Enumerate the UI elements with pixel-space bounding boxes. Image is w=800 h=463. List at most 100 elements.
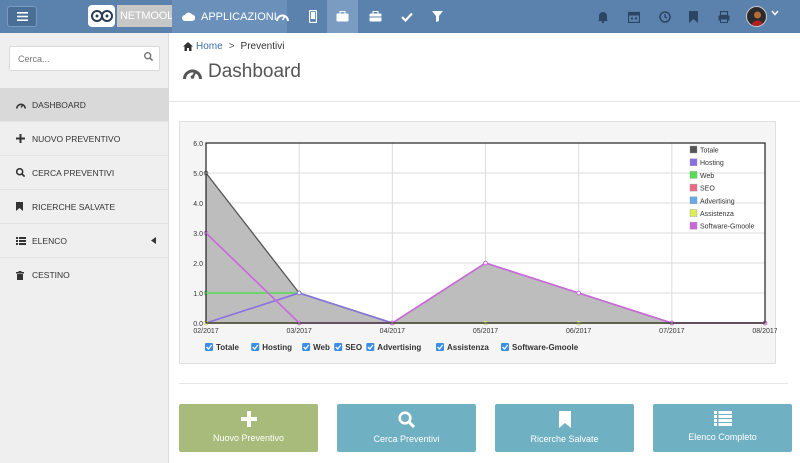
nav-toolbox[interactable] [360, 0, 391, 33]
nav-calendar[interactable] [618, 0, 649, 33]
owl-logo-icon [88, 5, 115, 27]
button-label: Cerca Preventivi [373, 434, 440, 444]
trash-icon [16, 270, 30, 280]
legend-label: Assistenza [700, 211, 734, 218]
sidebar-item-dashboard[interactable]: DASHBOARD [0, 88, 169, 122]
page-title-text: Dashboard [208, 61, 301, 82]
clock-icon [658, 10, 671, 23]
legend-swatch [689, 221, 698, 230]
filter-icon [432, 11, 443, 22]
plus-icon [240, 411, 257, 427]
legend-swatch [689, 183, 698, 192]
nav-filter[interactable] [422, 0, 453, 33]
series-toggle-label: Software-Gmoole [512, 343, 579, 352]
brand-logo[interactable]: NETMOOLE [88, 3, 184, 29]
nav-tasks[interactable] [391, 0, 422, 33]
data-point [576, 290, 581, 296]
list-icon [16, 236, 30, 245]
series-toggle-checkbox[interactable]: Assistenza [436, 343, 489, 352]
nav-notifications[interactable] [587, 0, 618, 33]
x-tick-label: 07/2017 [659, 328, 684, 335]
sidebar-item-label: NUOVO PREVENTIVO [32, 133, 121, 144]
page-title: Dashboard [183, 61, 301, 83]
series-toggle-label: Hosting [262, 343, 292, 352]
legend-label: SEO [700, 186, 715, 193]
applications-menu-label: APPLICAZIONI [201, 10, 277, 23]
elenco-completo-button[interactable]: Elenco Completo [653, 404, 792, 452]
series-toggle-label: Assistenza [447, 343, 489, 352]
caret-left-icon [151, 237, 156, 244]
home-icon[interactable] [183, 42, 193, 51]
y-tick-label: 1.0 [193, 291, 203, 298]
series-toggle-checkbox[interactable]: SEO [334, 343, 362, 352]
series-toggle-label: SEO [345, 343, 362, 352]
nuovo-preventivo-button[interactable]: Nuovo Preventivo [179, 404, 318, 452]
preventivi-chart: 0.0 1.0 2.0 3.0 4.0 5.0 6.0 02/2017 03/2017 04/20… [193, 141, 777, 352]
series-toggle-checkbox[interactable]: Advertising [366, 343, 421, 352]
plus-icon [16, 134, 30, 143]
button-label: Nuovo Preventivo [212, 433, 285, 443]
top-navbar: NETMOOLE APPLICAZIONI [0, 0, 800, 33]
legend-swatch [689, 145, 698, 154]
nav-print[interactable] [708, 0, 739, 33]
checkbox-checked-icon [302, 343, 311, 351]
button-label: Ricerche Salvate [530, 434, 599, 444]
menu-toggle-button[interactable] [7, 6, 37, 27]
checkbox-checked-icon [251, 343, 260, 351]
sidebar-item-cerca-preventivi[interactable]: CERCA PREVENTIVI [0, 156, 169, 190]
nav-preventivi[interactable] [327, 0, 358, 33]
breadcrumb-home-link[interactable]: Home [196, 41, 223, 52]
button-label: Elenco Completo [688, 432, 757, 442]
legend-label: Software-Gmoole [700, 224, 755, 231]
hamburger-icon [16, 12, 28, 21]
chevron-down-icon[interactable] [771, 10, 779, 16]
breadcrumb-current: Preventivi [240, 41, 285, 52]
series-toggle-label: Advertising [377, 343, 421, 352]
gauge-icon [276, 14, 289, 21]
cerca-preventivi-button[interactable]: Cerca Preventivi [337, 404, 476, 452]
legend-label: Totale [700, 148, 719, 155]
nav-bookmarks[interactable] [678, 0, 709, 33]
avatar[interactable] [746, 6, 767, 27]
search-icon[interactable] [144, 52, 153, 61]
legend-label: Web [700, 173, 714, 180]
checkbox-checked-icon [205, 343, 213, 351]
legend-swatch [689, 158, 698, 166]
nav-mobile[interactable] [297, 0, 328, 33]
nav-dashboard[interactable] [267, 0, 298, 33]
series-toggle-checkbox[interactable]: Web [302, 343, 330, 352]
nav-history[interactable] [649, 0, 680, 33]
legend-swatch [689, 171, 698, 179]
chart-panel: 0.0 1.0 2.0 3.0 4.0 5.0 6.0 02/2017 03/2017 04/20… [179, 121, 777, 364]
header-divider [169, 101, 800, 102]
data-point [483, 260, 488, 266]
search-input[interactable] [9, 46, 160, 71]
sidebar-item-nuovo-preventivo[interactable]: NUOVO PREVENTIVO [0, 122, 169, 156]
legend-label: Advertising [700, 198, 735, 205]
legend-label: Hosting [700, 160, 724, 167]
ricerche-salvate-button[interactable]: Ricerche Salvate [495, 404, 634, 452]
briefcase-icon [336, 11, 349, 22]
checkbox-checked-icon [436, 343, 444, 351]
sidebar: DASHBOARD NUOVO PREVENTIVO CERCA PREVENT… [0, 33, 169, 463]
sidebar-item-elenco[interactable]: ELENCO [0, 224, 169, 258]
x-tick-label: 08/2017 [752, 328, 777, 335]
x-tick-label: 06/2017 [566, 328, 591, 335]
sidebar-item-ricerche-salvate[interactable]: RICERCHE SALVATE [0, 190, 169, 224]
toolbox-icon [369, 11, 382, 22]
checkbox-checked-icon [334, 343, 343, 351]
bookmark-icon [16, 202, 30, 211]
series-toggle-label: Totale [216, 343, 240, 352]
mobile-icon [308, 10, 317, 23]
check-icon [400, 12, 413, 22]
bell-icon [597, 11, 608, 23]
sidebar-item-cestino[interactable]: CESTINO [0, 258, 169, 292]
search-icon [398, 411, 415, 428]
series-toggle-label: Web [313, 343, 330, 352]
user-photo-icon [751, 11, 764, 26]
calendar-icon [627, 11, 640, 23]
series-toggle-checkbox[interactable]: Software-Gmoole [501, 343, 579, 352]
series-toggle-checkbox[interactable]: Hosting [251, 343, 292, 352]
series-toggle-checkbox[interactable]: Totale [205, 343, 240, 352]
breadcrumb: Home > Preventivi [183, 41, 284, 52]
